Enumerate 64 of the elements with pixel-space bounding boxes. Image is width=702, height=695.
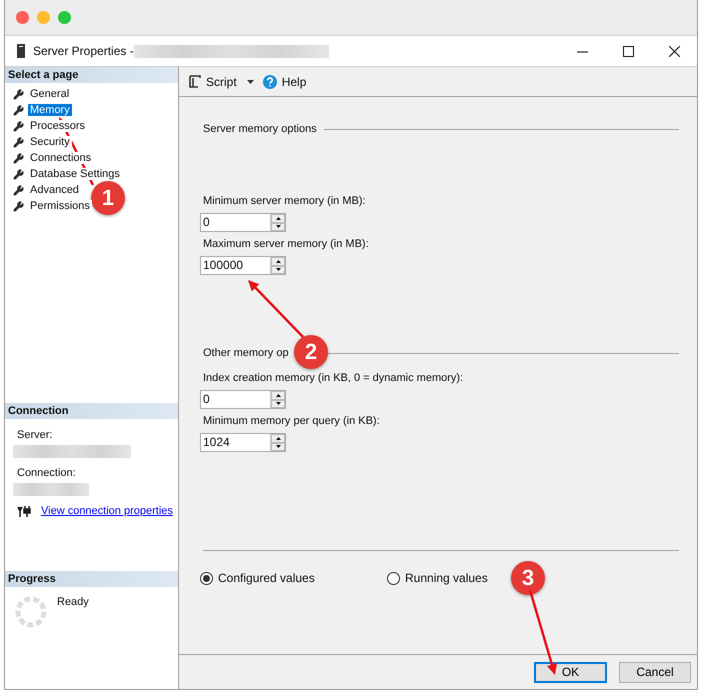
spin-up-button[interactable] [271,434,285,442]
script-button[interactable]: Script [206,74,237,88]
radio-label[interactable]: Configured values [218,571,315,585]
spin-up-button[interactable] [271,257,285,266]
page-item[interactable]: Database Settings [28,168,122,180]
page-item[interactable]: Processors [28,120,88,132]
spin-up-button[interactable] [271,391,285,400]
down-arrow-icon [276,445,280,448]
page-item[interactable]: General [28,88,72,100]
plug-icon [17,505,32,517]
maximize-icon[interactable] [622,46,634,56]
radio-label[interactable]: Running values [405,571,488,585]
ok-button[interactable]: OK [534,662,607,682]
progress-status: Ready [57,596,89,610]
section-header: Progress [5,571,178,587]
wrench-icon [13,200,24,212]
wrench-icon [13,184,24,196]
wrench-icon [13,88,24,100]
step-number-badge: 2 [294,335,328,369]
page-item[interactable]: Memory [28,104,72,116]
up-arrow-icon [276,436,280,440]
section-header: Connection [5,403,178,419]
page-item[interactable]: Security [28,136,72,148]
close-button[interactable] [16,11,29,24]
page-item[interactable]: Connections [28,152,94,164]
page-item[interactable]: Permissions [28,200,92,212]
field-label: Minimum memory per query (in KB): [203,415,381,428]
group-title: Server memory options [203,123,317,135]
script-icon [188,75,201,88]
wrench-icon [13,136,24,148]
help-icon [262,74,277,88]
down-arrow-icon [276,402,280,406]
field-label: Index creation memory (in KB, 0 = dynamic memory): [203,372,464,385]
down-arrow-icon [276,225,280,228]
wrench-icon [13,152,24,164]
server-icon [17,44,25,58]
radio-button[interactable] [200,572,213,584]
spin-up-button[interactable] [271,214,285,222]
up-arrow-icon [276,394,280,397]
wrench-icon [13,168,24,180]
field-label: Connection: [17,467,77,479]
field-label: Server: [17,429,54,441]
help-button[interactable]: Help [282,74,306,88]
step-number-badge: 3 [511,561,545,595]
number-field[interactable]: 0 [200,390,286,409]
progress-spinner-icon [15,596,47,628]
up-arrow-icon [276,216,280,220]
number-field[interactable]: 0 [200,213,286,232]
field-label: Maximum server memory (in MB): [203,238,370,251]
cancel-button[interactable]: Cancel [619,662,691,682]
wrench-icon [13,104,24,116]
field-label: Minimum server memory (in MB): [203,195,367,208]
down-arrow-icon [276,268,280,272]
section-header: Select a page [5,67,178,83]
group-title: Other memory op [203,347,289,359]
radio-button[interactable] [387,572,400,584]
number-field[interactable]: 100000 [200,256,286,275]
close-icon[interactable] [668,46,680,56]
up-arrow-icon [276,260,280,263]
number-field[interactable]: 1024 [200,433,286,452]
connection-properties-link[interactable]: View connection properties [41,505,173,517]
window-title: Server Properties - [33,44,134,58]
wrench-icon [13,120,24,132]
page-item[interactable]: Advanced [28,184,81,196]
